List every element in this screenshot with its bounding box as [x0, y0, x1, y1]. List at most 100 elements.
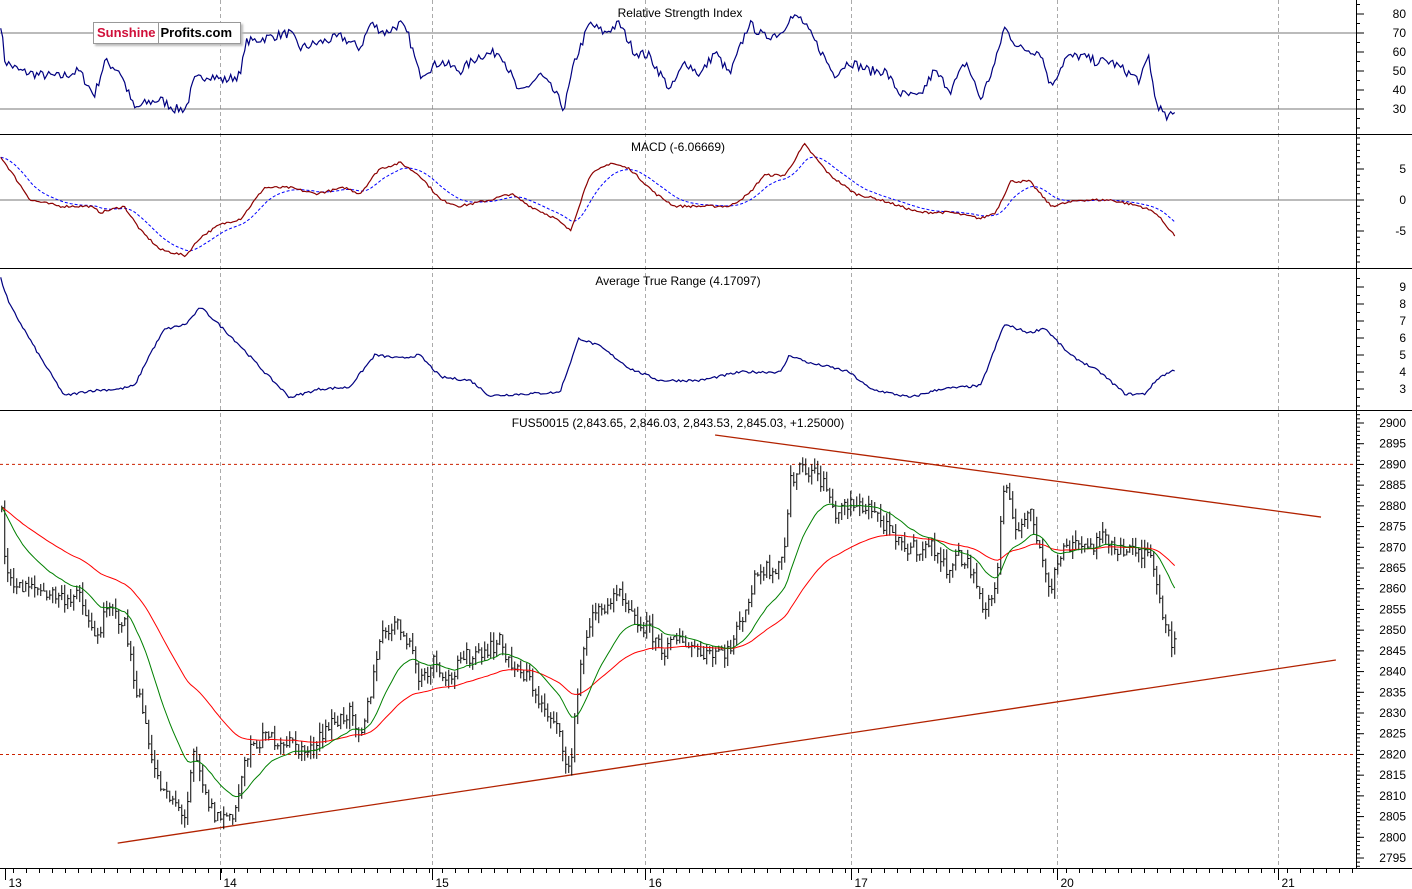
y-tick-label: 0 — [1399, 193, 1406, 207]
price-bar — [1006, 484, 1009, 494]
price-bar — [1018, 522, 1021, 532]
price-bar — [1153, 551, 1156, 577]
price-bar — [799, 462, 802, 475]
price-bar — [871, 500, 874, 519]
price-bar — [559, 723, 562, 737]
price-bar — [484, 641, 487, 662]
logo-part-sunshine: Sunshine — [94, 23, 159, 43]
y-tick-label: 2820 — [1379, 747, 1406, 761]
price-bar — [82, 582, 85, 615]
price-bar — [658, 634, 661, 648]
price-bar — [1048, 572, 1051, 597]
price-bar — [184, 809, 187, 828]
price-bar — [235, 805, 238, 823]
price-bar — [1138, 547, 1141, 563]
price-bar — [178, 799, 181, 812]
price-bar — [775, 568, 778, 575]
price-bar — [31, 577, 34, 590]
price-bar — [532, 668, 535, 697]
price-bar — [553, 711, 556, 724]
price-bar — [949, 569, 952, 584]
y-tick-label: 3 — [1399, 382, 1406, 396]
price-bar — [1075, 530, 1078, 550]
price-bar — [1060, 556, 1063, 567]
price-bar — [814, 458, 817, 474]
price-bar — [631, 600, 634, 612]
price-bar — [34, 575, 37, 598]
price-bar — [400, 619, 403, 641]
price-bar — [418, 662, 421, 691]
price-bar — [475, 646, 478, 665]
rsi-title: Relative Strength Index — [618, 6, 743, 20]
price-bar — [739, 611, 742, 630]
price-bar — [1162, 595, 1165, 621]
price-bar — [310, 735, 313, 760]
price-bar — [733, 635, 736, 655]
y-tick-label: 2815 — [1379, 768, 1406, 782]
price-bar — [628, 600, 631, 614]
price-bar — [22, 579, 25, 593]
price-bar — [334, 712, 337, 725]
price-bar — [538, 686, 541, 709]
y-tick-label: 80 — [1393, 7, 1407, 21]
price-bar — [238, 784, 241, 812]
price-bar — [997, 562, 1000, 594]
y-tick-label: 2825 — [1379, 727, 1406, 741]
price-bar — [439, 662, 442, 678]
price-bar — [541, 695, 544, 713]
price-bar — [877, 511, 880, 522]
price-bar — [700, 641, 703, 657]
price-bar — [205, 784, 208, 795]
price-bar — [880, 503, 883, 528]
price-bar — [379, 639, 382, 660]
price-bar — [175, 790, 178, 807]
price-bar — [232, 814, 235, 825]
price-bar — [451, 672, 454, 685]
price-bar — [727, 640, 730, 667]
price-bar — [979, 586, 982, 600]
y-tick-label: 2860 — [1379, 582, 1406, 596]
y-tick-label: 70 — [1393, 26, 1407, 40]
price-bar — [202, 764, 205, 793]
price-bar — [838, 512, 841, 524]
price-bar — [241, 775, 244, 799]
y-tick-label: 60 — [1393, 45, 1407, 59]
price-bar — [529, 664, 532, 681]
x-tick-label: 16 — [649, 876, 663, 889]
price-bar — [745, 609, 748, 623]
price-bar — [583, 646, 586, 675]
price-bar — [1117, 548, 1120, 562]
price-bar — [754, 570, 757, 595]
price-bar — [271, 731, 274, 738]
price-bar — [343, 707, 346, 725]
price-bar — [1057, 554, 1060, 575]
price-bar — [1054, 567, 1057, 599]
price-bar — [586, 630, 589, 656]
price-bar — [1027, 510, 1030, 529]
y-tick-label: 2900 — [1379, 416, 1406, 430]
price-bar — [604, 604, 607, 615]
price-bar — [835, 500, 838, 524]
y-tick-label: 40 — [1393, 83, 1407, 97]
price-bar — [1144, 539, 1147, 569]
y-tick-label: 2880 — [1379, 499, 1406, 513]
price-bar — [499, 632, 502, 646]
price-bar — [394, 615, 397, 635]
price-bar — [100, 626, 103, 638]
price-bar — [1036, 516, 1039, 544]
y-tick-label: 7 — [1399, 314, 1406, 328]
price-bar — [1087, 538, 1090, 550]
price-bar — [355, 713, 358, 738]
price-bar — [1045, 558, 1048, 583]
macd-title: MACD (-6.06669) — [631, 140, 725, 154]
price-bar — [808, 467, 811, 483]
price-bar — [550, 712, 553, 729]
price-bar — [772, 567, 775, 584]
price-bar — [913, 534, 916, 548]
price-bar — [517, 663, 520, 672]
price-bar — [109, 602, 112, 617]
price-bar — [223, 806, 226, 830]
price-bar — [556, 712, 559, 734]
x-tick-label: 13 — [9, 876, 23, 889]
price-bar — [847, 498, 850, 520]
